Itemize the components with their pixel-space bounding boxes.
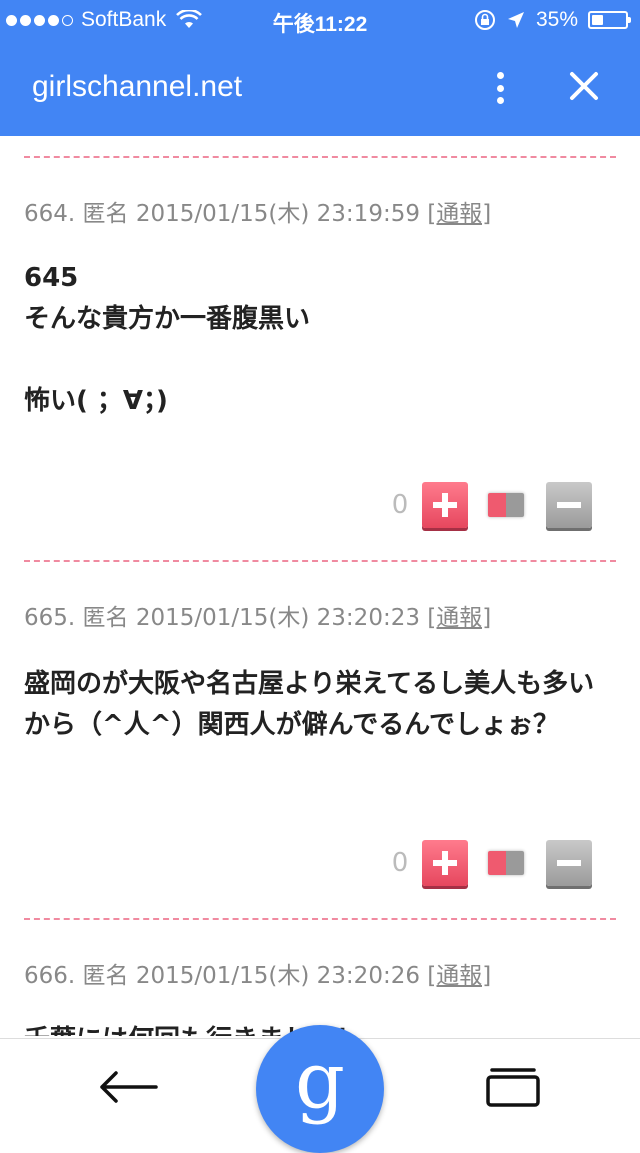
battery-icon — [588, 11, 631, 29]
bottom-toolbar: g — [0, 1025, 640, 1153]
status-bar: SoftBank 午後11:22 35% — [0, 0, 640, 40]
rotation-lock-icon — [474, 10, 495, 30]
status-right: 35% — [474, 8, 631, 32]
divider — [24, 560, 616, 562]
comment-author: 匿名 — [82, 605, 129, 631]
vote-ratio-bar — [488, 493, 524, 517]
comment-number: 664. — [24, 201, 76, 227]
comment-author: 匿名 — [82, 201, 129, 227]
report-link[interactable]: [通報] — [427, 605, 491, 631]
battery-percent: 35% — [535, 8, 578, 31]
close-icon[interactable] — [562, 64, 606, 108]
back-arrow-icon[interactable] — [96, 1065, 160, 1109]
page-domain: girlschannel.net — [32, 70, 243, 103]
minus-vote-button[interactable] — [546, 482, 592, 528]
report-link[interactable]: [通報] — [427, 963, 491, 989]
report-link[interactable]: [通報] — [427, 201, 491, 227]
location-arrow-icon — [507, 12, 524, 28]
comment-meta: 666. 匿名 2015/01/15(木) 23:20:26 [通報] — [24, 956, 491, 990]
vote-count: 0 — [391, 490, 409, 520]
comment-meta: 665. 匿名 2015/01/15(木) 23:20:23 [通報] — [24, 598, 491, 632]
comment-meta: 664. 匿名 2015/01/15(木) 23:19:59 [通報] — [24, 194, 491, 228]
plus-vote-button[interactable] — [422, 840, 468, 886]
google-icon[interactable]: g — [256, 1025, 384, 1153]
divider — [24, 156, 616, 158]
plus-vote-button[interactable] — [422, 482, 468, 528]
more-vert-icon[interactable] — [480, 66, 520, 110]
vote-count: 0 — [391, 848, 409, 878]
divider — [24, 918, 616, 920]
comment-body: 盛岡のが大阪や名古屋より栄えてるし美人も多いから（^人^）関西人が僻んでるんでし… — [24, 669, 595, 740]
vote-row: 0 — [380, 480, 592, 530]
browser-header: SoftBank 午後11:22 35% girlschannel.net — [0, 0, 640, 136]
minus-vote-button[interactable] — [546, 840, 592, 886]
tabs-icon[interactable] — [484, 1065, 542, 1109]
comment-timestamp: 2015/01/15(木) 23:20:26 — [135, 963, 420, 989]
vote-row: 0 — [380, 838, 592, 888]
comment-number: 665. — [24, 605, 76, 631]
vote-ratio-bar — [488, 851, 524, 875]
comment-list: 664. 匿名 2015/01/15(木) 23:19:59 [通報] 645 … — [0, 136, 640, 1036]
comment-author: 匿名 — [82, 963, 129, 989]
comment-number: 666. — [24, 963, 76, 989]
comment-body: 645 そんな貴方か一番腹黒い 怖い( ；∀；) — [24, 263, 311, 416]
comment-timestamp: 2015/01/15(木) 23:20:23 — [135, 605, 420, 631]
comment-timestamp: 2015/01/15(木) 23:19:59 — [135, 201, 420, 227]
